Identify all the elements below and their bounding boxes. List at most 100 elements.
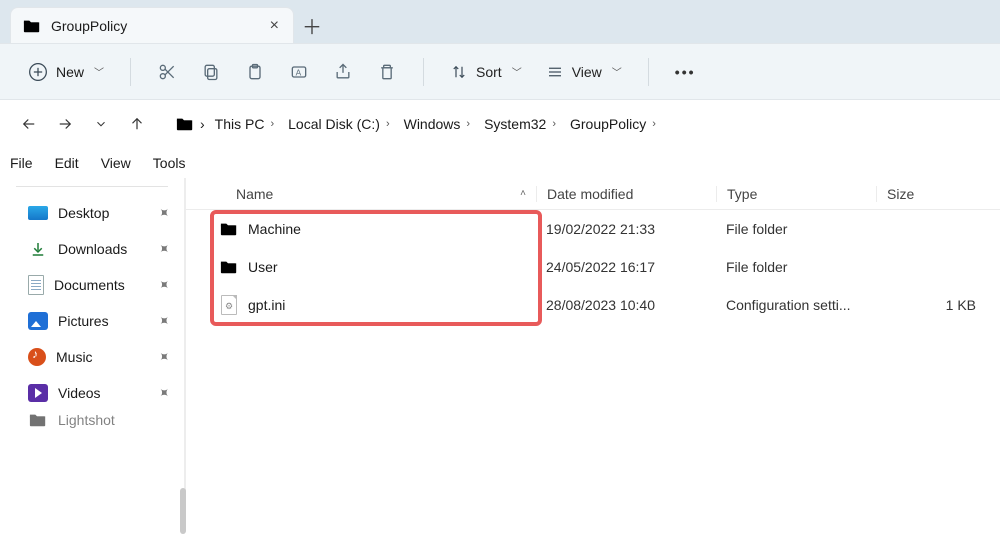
file-name: gpt.ini bbox=[248, 297, 285, 313]
sidebar-item-music[interactable]: Music ✦ bbox=[0, 339, 184, 375]
nav-row: › This PC› Local Disk (C:) › Windows › Sys… bbox=[0, 100, 1000, 148]
copy-button[interactable] bbox=[191, 54, 231, 90]
videos-icon bbox=[28, 384, 48, 402]
column-header-size[interactable]: Size bbox=[876, 186, 986, 202]
view-icon bbox=[546, 63, 564, 81]
share-icon bbox=[333, 62, 353, 82]
delete-button[interactable] bbox=[367, 54, 407, 90]
more-button[interactable]: ••• bbox=[665, 64, 706, 80]
file-type: File folder bbox=[716, 259, 876, 275]
breadcrumb-local-disk[interactable]: Local Disk (C:) › bbox=[284, 114, 393, 134]
sort-icon bbox=[450, 63, 468, 81]
music-icon bbox=[28, 348, 46, 366]
view-button[interactable]: View ﹀ bbox=[536, 63, 632, 81]
sidebar-item-downloads[interactable]: Downloads ✦ bbox=[0, 231, 184, 267]
trash-icon bbox=[377, 62, 397, 82]
chevron-right-icon[interactable]: › bbox=[270, 118, 274, 130]
menu-tools[interactable]: Tools bbox=[151, 153, 188, 173]
separator bbox=[130, 58, 131, 86]
forward-button[interactable] bbox=[54, 113, 76, 135]
rename-button[interactable]: A bbox=[279, 54, 319, 90]
plus-circle-icon bbox=[28, 62, 48, 82]
column-label: Size bbox=[887, 186, 914, 202]
back-button[interactable] bbox=[18, 113, 40, 135]
file-row[interactable]: Machine 19/02/2022 21:33 File folder bbox=[186, 210, 1000, 248]
menu-view[interactable]: View bbox=[99, 153, 133, 173]
breadcrumb-grouppolicy[interactable]: GroupPolicy › bbox=[566, 114, 660, 134]
file-row[interactable]: User 24/05/2022 16:17 File folder bbox=[186, 248, 1000, 286]
file-list: Name ˄ Date modified Type Size Machine 1… bbox=[186, 178, 1000, 500]
desktop-icon bbox=[28, 206, 48, 220]
pin-icon: ✦ bbox=[154, 239, 174, 259]
menu-edit[interactable]: Edit bbox=[53, 153, 81, 173]
sidebar-item-videos[interactable]: Videos ✦ bbox=[0, 375, 184, 411]
sidebar-item-label: Videos bbox=[58, 385, 101, 401]
sidebar-item-documents[interactable]: Documents ✦ bbox=[0, 267, 184, 303]
sidebar-item-label: Desktop bbox=[58, 205, 109, 221]
new-button-label: New bbox=[56, 64, 84, 80]
breadcrumb-label: Local Disk (C:) bbox=[288, 116, 380, 132]
menu-file[interactable]: File bbox=[8, 153, 35, 173]
folder-icon bbox=[220, 220, 238, 238]
chevron-right-icon[interactable]: › bbox=[466, 118, 470, 130]
file-date: 28/08/2023 10:40 bbox=[536, 297, 716, 313]
file-row[interactable]: ⚙ gpt.ini 28/08/2023 10:40 Configuration… bbox=[186, 286, 1000, 324]
titlebar: GroupPolicy × ＋ bbox=[0, 0, 1000, 44]
sidebar-item-desktop[interactable]: Desktop ✦ bbox=[0, 195, 184, 231]
pin-icon: ✦ bbox=[154, 311, 174, 331]
up-button[interactable] bbox=[126, 113, 148, 135]
cut-button[interactable] bbox=[147, 54, 187, 90]
breadcrumb-label: GroupPolicy bbox=[570, 116, 646, 132]
chevron-up-icon: ˄ bbox=[520, 188, 526, 199]
chevron-right-icon[interactable]: › bbox=[552, 118, 556, 130]
arrow-left-icon bbox=[20, 115, 38, 133]
breadcrumb-system32[interactable]: System32 › bbox=[480, 114, 560, 134]
file-type: Configuration setti... bbox=[716, 297, 876, 313]
chevron-down-icon: ﹀ bbox=[94, 64, 104, 79]
view-button-label: View bbox=[572, 64, 602, 80]
column-header-name[interactable]: Name ˄ bbox=[186, 186, 536, 202]
chevron-right-icon[interactable]: › bbox=[386, 118, 390, 130]
pin-icon: ✦ bbox=[154, 383, 174, 403]
main: Desktop ✦ Downloads ✦ Documents ✦ Pictur… bbox=[0, 178, 1000, 500]
sort-button[interactable]: Sort ﹀ bbox=[440, 63, 532, 81]
chevron-down-icon: ﹀ bbox=[612, 64, 622, 79]
scissors-icon bbox=[157, 62, 177, 82]
sort-button-label: Sort bbox=[476, 64, 502, 80]
column-label: Date modified bbox=[547, 186, 633, 202]
new-tab-button[interactable]: ＋ bbox=[294, 7, 330, 43]
downloads-icon bbox=[28, 239, 48, 259]
chevron-down-icon bbox=[94, 117, 108, 131]
chevron-right-icon[interactable]: › bbox=[652, 118, 656, 130]
breadcrumb-label: Windows bbox=[404, 116, 461, 132]
recent-locations-button[interactable] bbox=[90, 113, 112, 135]
pin-icon: ✦ bbox=[154, 203, 174, 223]
column-header-type[interactable]: Type bbox=[716, 186, 876, 202]
file-type: File folder bbox=[716, 221, 876, 237]
pin-icon: ✦ bbox=[154, 275, 174, 295]
sidebar-item-pictures[interactable]: Pictures ✦ bbox=[0, 303, 184, 339]
svg-text:A: A bbox=[296, 67, 302, 77]
sidebar-item-lightshot[interactable]: Lightshot bbox=[0, 411, 184, 429]
paste-button[interactable] bbox=[235, 54, 275, 90]
column-label: Type bbox=[727, 186, 757, 202]
pictures-icon bbox=[28, 312, 48, 330]
share-button[interactable] bbox=[323, 54, 363, 90]
sidebar-item-label: Music bbox=[56, 349, 93, 365]
chevron-right-icon[interactable]: › bbox=[200, 116, 205, 132]
column-header-date[interactable]: Date modified bbox=[536, 186, 716, 202]
folder-icon bbox=[176, 115, 194, 133]
separator bbox=[423, 58, 424, 86]
ini-file-icon: ⚙ bbox=[220, 296, 238, 314]
breadcrumb-label: System32 bbox=[484, 116, 546, 132]
menu-bar: File Edit View Tools bbox=[0, 148, 1000, 178]
window-tab[interactable]: GroupPolicy × bbox=[10, 7, 294, 43]
breadcrumb-this-pc[interactable]: This PC› bbox=[211, 114, 278, 134]
separator bbox=[648, 58, 649, 86]
close-tab-button[interactable]: × bbox=[270, 18, 279, 34]
new-button[interactable]: New ﹀ bbox=[18, 56, 114, 88]
file-name: Machine bbox=[248, 221, 301, 237]
folder-icon bbox=[220, 258, 238, 276]
breadcrumb-windows[interactable]: Windows › bbox=[400, 114, 474, 134]
address-bar[interactable]: › This PC› Local Disk (C:) › Windows › Sys… bbox=[176, 114, 660, 134]
